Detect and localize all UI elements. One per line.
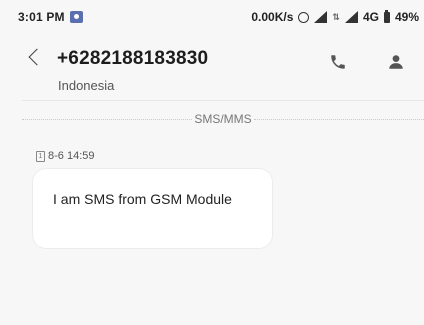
conversation-header: +6282188183830 Indonesia	[0, 34, 424, 100]
person-icon	[389, 55, 403, 69]
data-activity-icon: ⇅	[332, 11, 340, 22]
message-text: I am SMS from GSM Module	[53, 191, 232, 207]
message-meta: 1 8-6 14:59	[36, 150, 94, 162]
status-bar: 3:01 PM 0.00K/s ⇅ 4G 49%	[0, 0, 424, 34]
network-type: 4G	[362, 10, 379, 24]
signal-icon	[314, 11, 328, 23]
message-timestamp: 8-6 14:59	[48, 150, 95, 162]
contact-details-button[interactable]	[384, 50, 408, 74]
call-button[interactable]	[326, 50, 350, 74]
back-icon	[28, 48, 46, 66]
back-button[interactable]	[22, 42, 46, 72]
battery-level: 49%	[394, 10, 419, 24]
separator-line-right	[253, 118, 424, 120]
status-time: 3:01 PM	[18, 10, 65, 24]
phone-icon	[331, 55, 345, 69]
cellular-signal-icon	[344, 11, 358, 23]
net-speed: 0.00K/s	[251, 10, 294, 24]
separator-line-left	[22, 118, 193, 120]
battery-icon	[383, 9, 390, 23]
message-thread[interactable]: SMS/MMS 1 8-6 14:59 I am SMS from GSM Mo…	[0, 101, 424, 325]
status-indicators: 0.00K/s ⇅ 4G 49%	[251, 0, 424, 34]
contact-phone-number: +6282188183830	[57, 48, 209, 69]
notification-icon	[69, 11, 83, 23]
alarm-icon	[298, 11, 310, 23]
sim-icon: 1	[36, 150, 45, 162]
message-bubble[interactable]: I am SMS from GSM Module	[33, 169, 272, 248]
channel-separator: SMS/MMS	[22, 111, 424, 127]
channel-label: SMS/MMS	[194, 112, 252, 126]
contact-country: Indonesia	[58, 78, 115, 93]
